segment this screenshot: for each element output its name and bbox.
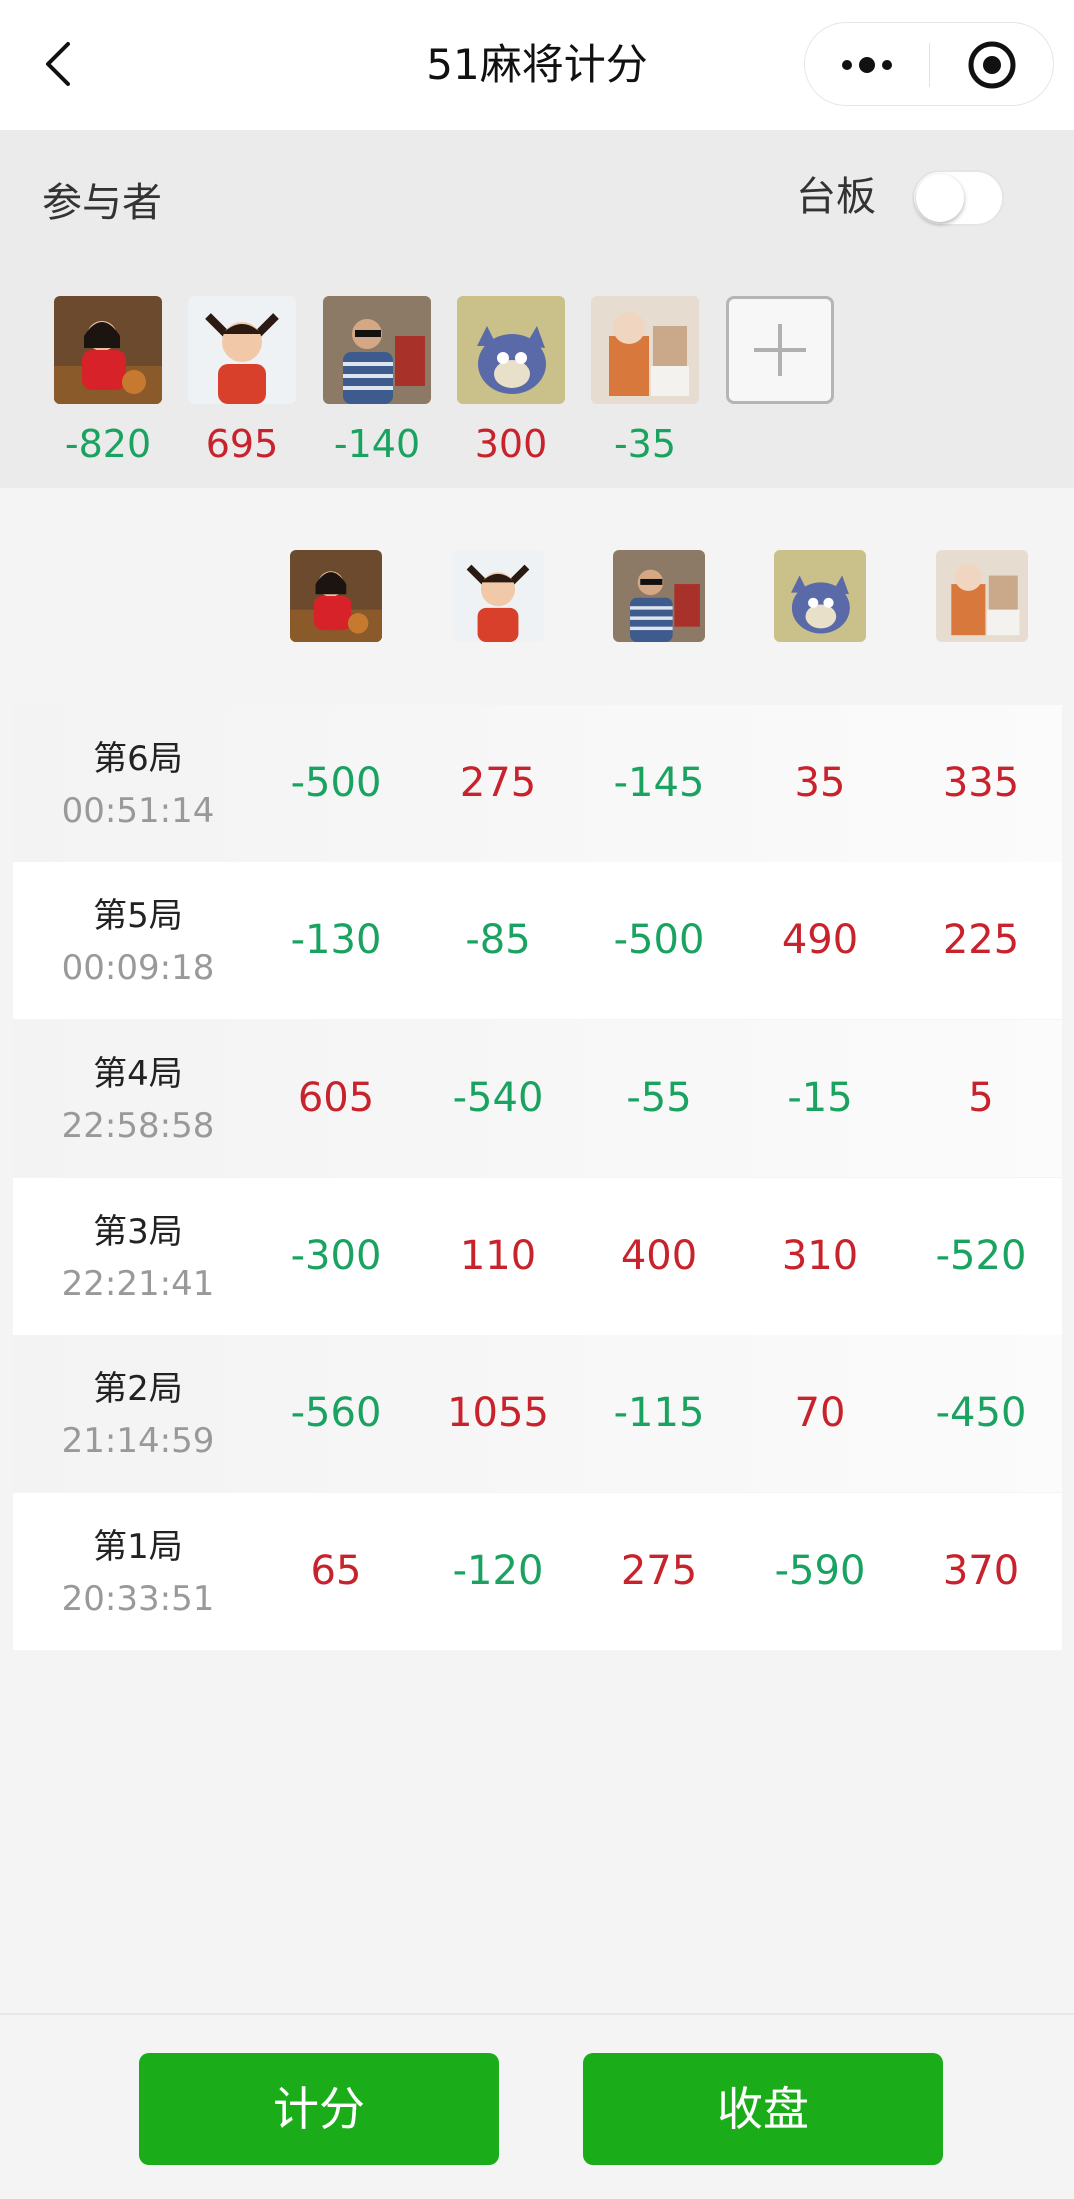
avatar-child-pigtails <box>188 296 296 404</box>
participants-panel: 参与者 台板 -820 695 -140 300 -35 <box>0 130 1074 488</box>
round-score: 490 <box>781 917 859 963</box>
round-name: 第6局 <box>93 739 183 779</box>
player-total: 695 <box>205 422 279 466</box>
round-score: 310 <box>781 1233 859 1279</box>
column-avatar-3 <box>613 550 705 642</box>
round-score: -520 <box>935 1233 1027 1279</box>
round-score: 70 <box>794 1390 846 1436</box>
round-time: 00:51:14 <box>61 791 215 831</box>
player-total: 300 <box>474 422 548 466</box>
avatar-man-sunglasses <box>613 550 705 642</box>
round-time: 21:14:59 <box>61 1421 215 1461</box>
board-toggle[interactable] <box>912 170 1004 226</box>
more-dots-icon <box>842 57 892 73</box>
participants-label: 参与者 <box>42 180 162 226</box>
avatar-child-pigtails <box>452 550 544 642</box>
round-score: -500 <box>613 917 705 963</box>
column-avatar-4 <box>774 550 866 642</box>
round-name: 第2局 <box>93 1369 183 1409</box>
player-total: -820 <box>64 422 152 466</box>
mini-program-capsule <box>804 22 1054 106</box>
round-name: 第5局 <box>93 896 183 936</box>
avatar-doll-chair <box>591 296 699 404</box>
player-avatar-1[interactable] <box>54 296 162 404</box>
round-row[interactable]: 第2局 21:14:59 -560 1055 -115 70 -450 <box>13 1335 1062 1492</box>
round-score: 335 <box>942 760 1020 806</box>
close-game-button[interactable]: 收盘 <box>583 2053 943 2165</box>
add-player-button[interactable] <box>726 296 834 404</box>
round-time: 22:21:41 <box>61 1264 215 1304</box>
footer-bar: 计分 收盘 <box>0 2013 1074 2199</box>
round-time: 22:58:58 <box>61 1106 215 1146</box>
plus-icon <box>754 324 806 376</box>
player-avatar-5[interactable] <box>591 296 699 404</box>
column-avatar-5 <box>936 550 1028 642</box>
avatar-girl-red-coat <box>290 550 382 642</box>
round-score: -300 <box>290 1233 382 1279</box>
round-score: -85 <box>465 917 531 963</box>
round-row[interactable]: 第5局 00:09:18 -130 -85 -500 490 225 <box>13 862 1062 1019</box>
round-name: 第4局 <box>93 1054 183 1094</box>
round-time: 20:33:51 <box>61 1579 215 1619</box>
target-circle-icon <box>968 41 1016 89</box>
toggle-knob <box>916 174 964 222</box>
round-score: 275 <box>459 760 537 806</box>
player-total: -140 <box>333 422 421 466</box>
player-avatar-3[interactable] <box>323 296 431 404</box>
column-avatar-1 <box>290 550 382 642</box>
round-row[interactable]: 第4局 22:58:58 605 -540 -55 -15 5 <box>13 1020 1062 1177</box>
avatar-cartoon-cat <box>774 550 866 642</box>
round-row[interactable]: 第6局 00:51:14 -500 275 -145 35 335 <box>13 705 1062 862</box>
round-row[interactable]: 第3局 22:21:41 -300 110 400 310 -520 <box>13 1178 1062 1335</box>
round-score: 400 <box>620 1233 698 1279</box>
round-score: -115 <box>613 1390 705 1436</box>
round-name: 第3局 <box>93 1212 183 1252</box>
round-score: -590 <box>774 1548 866 1594</box>
round-score: -145 <box>613 760 705 806</box>
score-button[interactable]: 计分 <box>139 2053 499 2165</box>
column-avatar-2 <box>452 550 544 642</box>
round-score: -450 <box>935 1390 1027 1436</box>
nav-bar: 51麻将计分 <box>0 0 1074 130</box>
round-time: 00:09:18 <box>61 948 215 988</box>
board-label: 台板 <box>796 174 876 220</box>
close-miniprogram-button[interactable] <box>930 23 1054 107</box>
round-score: 35 <box>794 760 846 806</box>
round-score: -500 <box>290 760 382 806</box>
round-score: -560 <box>290 1390 382 1436</box>
player-total: -35 <box>613 422 677 466</box>
round-score: 1055 <box>447 1390 549 1436</box>
round-score: 65 <box>310 1548 362 1594</box>
round-score: 605 <box>297 1075 375 1121</box>
round-score: -55 <box>626 1075 692 1121</box>
round-name: 第1局 <box>93 1527 183 1567</box>
player-avatar-4[interactable] <box>457 296 565 404</box>
round-score: -540 <box>452 1075 544 1121</box>
avatar-man-sunglasses <box>323 296 431 404</box>
avatar-doll-chair <box>936 550 1028 642</box>
round-score: -120 <box>452 1548 544 1594</box>
round-score: 370 <box>942 1548 1020 1594</box>
more-button[interactable] <box>805 23 929 107</box>
round-score: 225 <box>942 917 1020 963</box>
avatar-cartoon-cat <box>457 296 565 404</box>
round-score: 110 <box>459 1233 537 1279</box>
round-row[interactable]: 第1局 20:33:51 65 -120 275 -590 370 <box>13 1493 1062 1650</box>
avatar-girl-red-coat <box>54 296 162 404</box>
player-avatar-2[interactable] <box>188 296 296 404</box>
round-score: -130 <box>290 917 382 963</box>
round-score: 5 <box>968 1075 994 1121</box>
round-score: -15 <box>787 1075 853 1121</box>
round-score: 275 <box>620 1548 698 1594</box>
